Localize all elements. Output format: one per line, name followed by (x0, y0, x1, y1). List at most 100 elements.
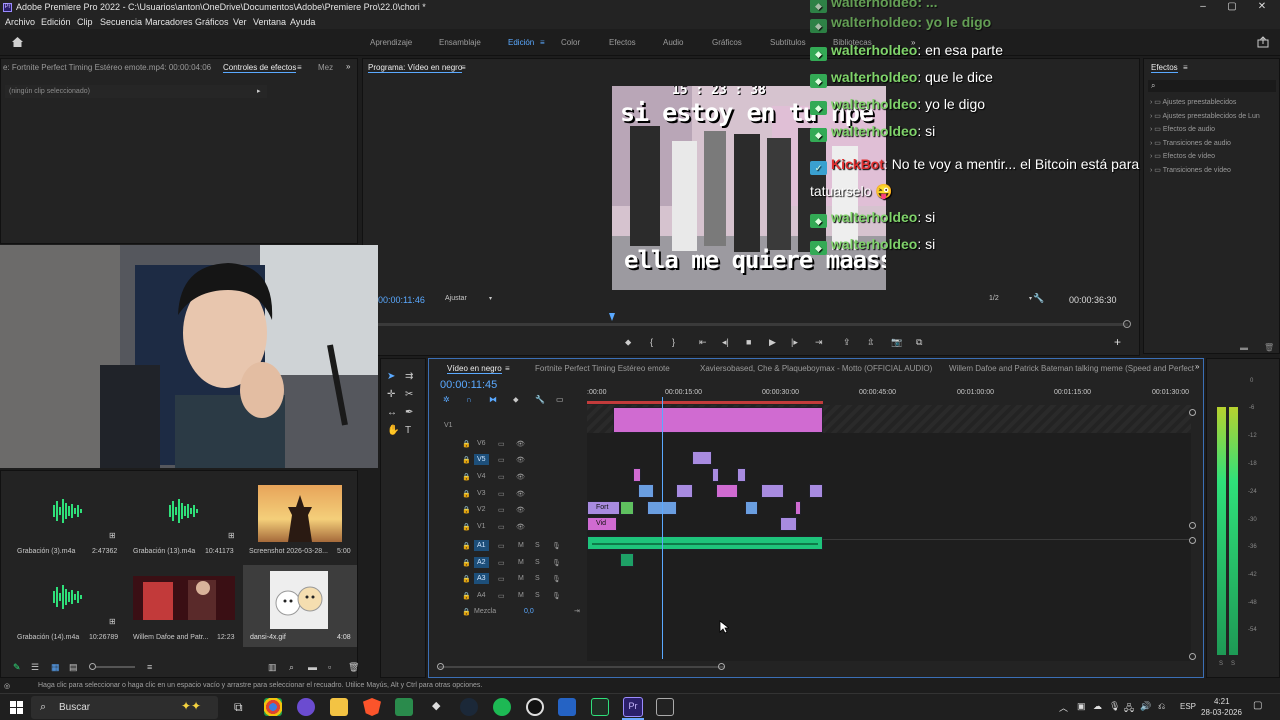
ripple-edit-tool-icon[interactable]: ✛ (387, 389, 395, 400)
vertical-scroll-handle[interactable] (1189, 653, 1196, 660)
menu-clip[interactable]: Clip (77, 17, 93, 27)
clip-v3[interactable] (638, 484, 654, 498)
play-arrow-icon[interactable]: ▸ (257, 87, 261, 95)
zoom-slider[interactable] (91, 666, 135, 668)
lock-icon[interactable]: 🔒 (462, 456, 471, 464)
solo-button[interactable]: S (535, 592, 540, 599)
notification-icon[interactable]: ▢ (1253, 700, 1262, 711)
stop-icon[interactable]: ■ (746, 337, 751, 347)
clip-v2[interactable] (795, 501, 801, 515)
zoom-slider-handle[interactable] (89, 663, 96, 670)
menu-ventana[interactable]: Ventana (253, 17, 286, 27)
icon-view-icon[interactable]: ▦ (51, 662, 60, 673)
share-icon[interactable] (1257, 36, 1269, 50)
new-item-icon[interactable]: ▫ (328, 662, 331, 672)
brave-icon[interactable] (363, 698, 381, 716)
scrub-end-handle[interactable] (1123, 320, 1131, 328)
effects-menu-icon[interactable]: ≡ (1183, 63, 1188, 72)
chevron-up-icon[interactable]: ︿ (1059, 701, 1068, 714)
solo-button[interactable]: S (535, 575, 540, 582)
go-to-out-icon[interactable]: ⇥ (815, 337, 823, 348)
horizontal-scrollbar[interactable] (439, 666, 724, 668)
audio-clip-a2[interactable] (620, 553, 634, 567)
add-marker-icon[interactable]: ⬥ (513, 395, 519, 405)
timeline-tab[interactable]: Fortnite Perfect Timing Estéreo emote (535, 364, 670, 373)
clip-v1-video[interactable]: Vid (587, 517, 617, 531)
lock-icon[interactable]: 🔒 (462, 490, 471, 498)
chrome-icon[interactable] (264, 698, 282, 716)
solo-button[interactable]: S (535, 559, 540, 566)
solo-button[interactable]: S (535, 542, 540, 549)
clip-v4[interactable] (712, 468, 719, 482)
effect-controls-menu-icon[interactable]: ≡ (297, 63, 302, 72)
selection-tool-icon[interactable]: ➤ (387, 371, 395, 382)
menu-edicion[interactable]: Edición (41, 17, 71, 27)
time-ruler[interactable]: :00:00 00:00:15:00 00:00:30:00 00:00:45:… (587, 387, 1191, 405)
scrollbar-handle-left[interactable] (437, 663, 444, 670)
mic-icon[interactable]: 🎙 (552, 559, 561, 567)
eye-icon[interactable]: 👁 (516, 440, 525, 448)
premiere-taskbar-icon[interactable]: Pr (623, 697, 643, 717)
menu-graficos[interactable]: Gráficos (195, 17, 229, 27)
menu-ayuda[interactable]: Ayuda (290, 17, 315, 27)
wrench-icon[interactable]: 🔧 (1033, 293, 1044, 304)
menu-archivo[interactable]: Archivo (5, 17, 35, 27)
mic-icon[interactable]: 🎙 (552, 575, 561, 583)
hand-tool-icon[interactable]: ✋ (387, 425, 399, 436)
playhead-icon[interactable] (609, 313, 615, 321)
sync-lock-icon[interactable]: ▭ (498, 559, 505, 567)
track-select-tool-icon[interactable]: ⇉ (405, 371, 413, 382)
audio-clip-a1[interactable] (587, 536, 823, 550)
ws-audio[interactable]: Audio (663, 38, 683, 47)
ws-efectos[interactable]: Efectos (609, 38, 636, 47)
bin-item[interactable]: Grabación (14).m4a 10:26789 ⊞ (17, 569, 118, 641)
obs-icon[interactable] (526, 698, 544, 716)
automate-icon[interactable]: ▥ (268, 662, 277, 673)
mic-icon[interactable]: 🎙 (552, 542, 561, 550)
sync-lock-icon[interactable]: ▭ (498, 440, 505, 448)
clip-v2[interactable] (620, 501, 634, 515)
menu-secuencia[interactable]: Secuencia (100, 17, 142, 27)
lock-icon[interactable]: 🔒 (462, 592, 471, 600)
effects-item[interactable]: › ▭ Transiciones de audio (1150, 139, 1231, 147)
clip-v3[interactable] (716, 484, 738, 498)
timeline-tab[interactable]: Xaviersobased, Che & Plaqueboymax - Mott… (700, 364, 932, 373)
effects-search-input[interactable]: ⌕ (1148, 80, 1276, 92)
ws-graficos[interactable]: Gráficos (712, 38, 742, 47)
eye-icon[interactable]: 👁 (516, 490, 525, 498)
source-tab[interactable]: e: Fortnite Perfect Timing Estéreo emote… (3, 63, 211, 72)
timeline-tab[interactable]: Willem Dafoe and Patrick Bateman talking… (949, 364, 1194, 373)
pen-tool-icon[interactable]: ✒ (405, 407, 413, 418)
clip-v2-fortnite[interactable]: Fort (587, 501, 620, 515)
bin-item-selected[interactable]: dansi-4x.gif 4:08 (243, 565, 357, 647)
quality-dropdown[interactable]: 1/2 ▾ (985, 293, 1035, 305)
sort-icon[interactable]: ≡ (147, 662, 152, 672)
track-name[interactable]: A3 (474, 573, 489, 584)
camera-icon[interactable]: 📷 (891, 337, 902, 348)
v1-source-label[interactable]: V1 (444, 422, 453, 429)
solo-left-button[interactable]: S (1219, 661, 1223, 667)
steam-icon[interactable] (460, 698, 478, 716)
mute-button[interactable]: M (518, 592, 524, 599)
store-icon[interactable] (395, 698, 413, 716)
mic-icon[interactable]: 🎙 (552, 592, 561, 600)
ws-subtitulos[interactable]: Subtítulos (770, 38, 806, 47)
track-name[interactable]: V1 (477, 523, 486, 530)
step-forward-icon[interactable]: |▸ (791, 337, 798, 348)
mark-in-icon[interactable]: { (650, 337, 653, 347)
eye-icon[interactable]: 👁 (516, 473, 525, 481)
effects-item[interactable]: › ▭ Efectos de vídeo (1150, 152, 1215, 160)
steam-vr-icon[interactable] (558, 698, 576, 716)
sync-lock-icon[interactable]: ▭ (498, 542, 505, 550)
bin-item[interactable]: Willem Dafoe and Patr... 12:23 (133, 569, 238, 641)
snap-icon[interactable]: ✲ (443, 395, 450, 404)
effects-item[interactable]: › ▭ Ajustes preestablecidos (1150, 98, 1236, 106)
effects-item[interactable]: › ▭ Ajustes preestablecidos de Lun (1150, 112, 1260, 120)
windows-start-icon[interactable] (10, 701, 23, 716)
trash-icon[interactable]: 🗑 (348, 662, 359, 673)
usb-icon[interactable]: ⎌ (1158, 701, 1165, 712)
captions-icon[interactable]: ▭ (556, 395, 564, 404)
lock-icon[interactable]: 🔒 (462, 559, 471, 567)
mark-out-icon[interactable]: } (672, 337, 675, 347)
lock-icon[interactable]: 🔒 (462, 506, 471, 514)
